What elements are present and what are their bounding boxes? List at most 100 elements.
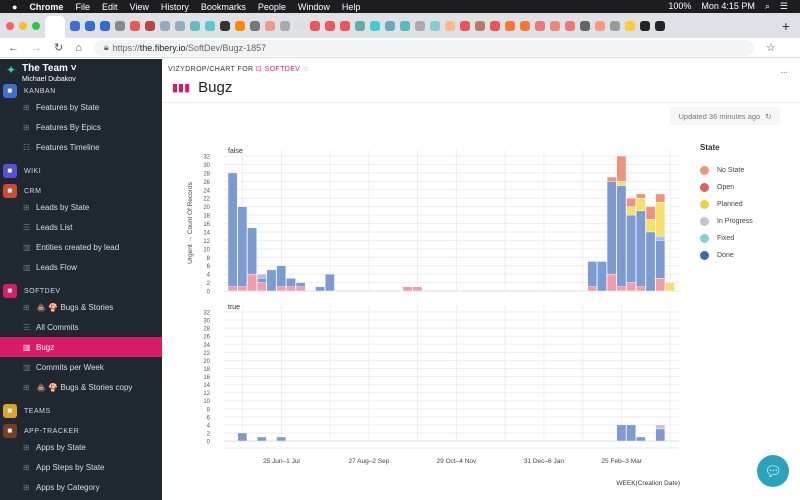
browser-tab[interactable] [505,20,515,31]
browser-tab[interactable] [640,20,650,31]
breadcrumb-space[interactable]: ⊡ SOFTDEV [256,66,300,73]
menu-people[interactable]: People [258,2,286,12]
list-icon[interactable]: ☰ [780,1,788,12]
menu-history[interactable]: History [161,2,189,12]
browser-tab[interactable] [595,20,605,31]
more-options-button[interactable]: ... [780,65,788,75]
legend-item[interactable]: Open [700,179,753,196]
chart-icon: ▥ [23,262,31,272]
close-window-button[interactable] [6,21,14,30]
x-tick-label: 31 Dec–6 Jan [524,458,564,465]
sidebar-item-label: 💩 🍄 Bugs & Stories [36,302,114,312]
sidebar-item[interactable]: ▥ Bugz [0,337,162,357]
board-icon: ⊞ [23,462,30,472]
apple-icon[interactable]: ● [12,2,17,12]
browser-tab[interactable] [115,20,125,31]
legend-item[interactable]: Fixed [700,230,753,247]
browser-tab[interactable] [265,20,275,31]
browser-tab[interactable] [580,20,590,31]
menu-edit[interactable]: Edit [102,2,118,12]
board-icon: ⊞ [23,442,30,452]
minimize-window-button[interactable] [19,21,27,30]
browser-tab[interactable] [130,20,140,31]
sidebar-item[interactable]: ⊞ 💩 🍄 Bugs & Stories [0,297,162,317]
sidebar-item-label: App Steps by State [36,462,105,472]
browser-tab[interactable] [280,20,290,31]
browser-tab[interactable] [565,20,575,31]
legend-item[interactable]: In Progress [700,213,753,230]
sidebar-item[interactable]: ⊞ Features By Epics [0,117,162,137]
refresh-button[interactable]: Updated 36 minutes ago ↻ [670,107,780,125]
browser-tab[interactable] [250,20,260,31]
legend-item[interactable]: No State [700,162,753,179]
maximize-window-button[interactable] [32,21,40,30]
sidebar-item[interactable]: ☰ Leads List [0,217,162,237]
menu-view[interactable]: View [129,2,148,12]
browser-tab[interactable] [70,20,80,31]
sidebar-item[interactable]: ⊞ App Steps by State [0,457,162,477]
forward-icon[interactable]: → [31,42,42,54]
browser-tab[interactable] [295,20,305,31]
sidebar-item[interactable]: ⊞ Apps by Category [0,477,162,497]
sidebar-section-teams[interactable]: ■ TEAMS [3,403,51,419]
home-icon[interactable]: ⌂ [75,42,82,54]
sidebar-item[interactable]: ⊞ Leads by State [0,197,162,217]
browser-tab[interactable] [160,20,170,31]
bookmark-star-icon[interactable]: ☆ [766,41,776,54]
browser-tab[interactable] [520,20,530,31]
sidebar-item[interactable]: ⊞ 💩 🍄 Bugs & Stories copy [0,377,162,397]
browser-tab[interactable] [610,20,620,31]
sidebar-item[interactable]: ▥ Leads Flow [0,257,162,277]
browser-tab[interactable] [205,20,215,31]
sidebar-item[interactable]: ⊞ Apps by State [0,437,162,457]
menu-bookmarks[interactable]: Bookmarks [201,2,246,12]
browser-tab[interactable] [385,20,395,31]
browser-tab[interactable] [655,20,665,31]
sidebar-item[interactable]: ▥ Entities created by lead [0,237,162,257]
browser-tab[interactable] [370,20,380,31]
browser-tab[interactable] [220,20,230,31]
browser-tab[interactable] [550,20,560,31]
browser-tab[interactable] [100,20,110,31]
reload-icon[interactable]: ↻ [54,41,63,54]
browser-tab[interactable] [400,20,410,31]
chat-support-button[interactable]: 💬︎ [757,455,789,487]
browser-tab[interactable] [445,20,455,31]
menu-help[interactable]: Help [342,2,361,12]
legend-item[interactable]: Done [700,247,753,264]
browser-tab[interactable] [340,20,350,31]
tab-active[interactable] [45,16,65,38]
sidebar-item[interactable]: ☰ All Commits [0,317,162,337]
browser-tab[interactable] [190,20,200,31]
back-icon[interactable]: ← [8,42,19,54]
search-icon[interactable]: ⌕ [765,1,770,12]
bar-segment [636,436,646,442]
browser-tab[interactable] [415,20,425,31]
sidebar-item[interactable]: ⊞ Features by State [0,97,162,117]
menu-file[interactable]: File [75,2,90,12]
browser-tab[interactable] [310,20,320,31]
browser-tab[interactable] [460,20,470,31]
sidebar-item[interactable]: ▥ Commits per Week [0,357,162,377]
menu-window[interactable]: Window [298,2,330,12]
browser-tab[interactable] [490,20,500,31]
sidebar-section-wiki[interactable]: ■ WIKI [3,163,41,179]
browser-tab[interactable] [85,20,95,31]
browser-tab[interactable] [355,20,365,31]
browser-tab[interactable] [430,20,440,31]
url-input[interactable]: 🔒︎ https://the.fibery.io/SoftDev/Bugz-18… [93,39,754,56]
new-tab-button[interactable]: + [782,18,790,34]
browser-tab[interactable] [235,20,245,31]
menu-app[interactable]: Chrome [29,2,63,12]
breadcrumb-app[interactable]: VIZYDROP/CHART FOR [168,66,254,73]
sidebar-item[interactable]: ☷ Features Timeline [0,137,162,157]
browser-tab[interactable] [325,20,335,31]
browser-tab[interactable] [475,20,485,31]
legend-item[interactable]: Planned [700,196,753,213]
browser-tab[interactable] [145,20,155,31]
browser-tab[interactable] [535,20,545,31]
browser-tab[interactable] [175,20,185,31]
team-switcher[interactable]: ✦ The Team ˅ Michael Dubakov [6,63,77,83]
browser-tab[interactable] [625,20,635,31]
favorite-star-icon[interactable]: ☆ [303,66,310,73]
